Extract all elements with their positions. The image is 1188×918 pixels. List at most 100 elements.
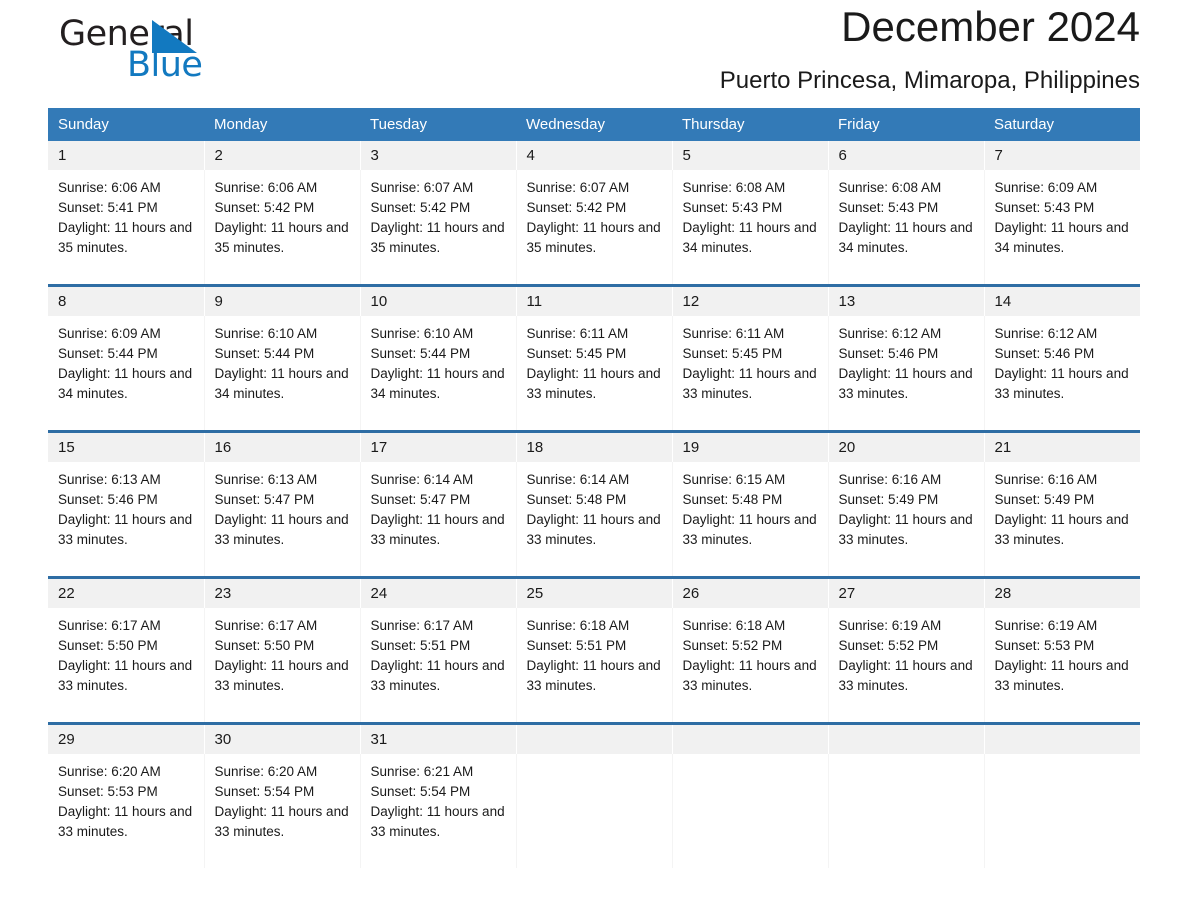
sunset-text: Sunset: 5:41 PM (58, 200, 158, 215)
daylight-text: Daylight: 11 hours and 34 minutes. (370, 366, 505, 401)
empty-day-number (828, 723, 985, 754)
day-number[interactable]: 26 (672, 577, 829, 608)
day-cell[interactable]: Sunrise: 6:11 AM Sunset: 5:45 PM Daylight:… (516, 316, 673, 432)
day-number[interactable]: 8 (48, 285, 205, 316)
daylight-text: Daylight: 11 hours and 33 minutes. (526, 366, 661, 401)
sunrise-text: Sunrise: 6:08 AM (838, 180, 942, 195)
day-number[interactable]: 27 (828, 577, 985, 608)
day-cell[interactable]: Sunrise: 6:15 AM Sunset: 5:48 PM Daylight:… (672, 462, 829, 578)
day-cell[interactable]: Sunrise: 6:12 AM Sunset: 5:46 PM Daylight:… (984, 316, 1140, 432)
day-number[interactable]: 14 (984, 285, 1140, 316)
day-number[interactable]: 5 (672, 141, 829, 170)
daylight-text: Daylight: 11 hours and 33 minutes. (58, 512, 193, 547)
week-detail-row: Sunrise: 6:17 AM Sunset: 5:50 PM Daylight:… (48, 608, 1140, 724)
title-block: December 2024 Puerto Princesa, Mimaropa,… (720, 0, 1140, 96)
day-number[interactable]: 19 (672, 431, 829, 462)
sunrise-text: Sunrise: 6:20 AM (214, 764, 318, 779)
day-number[interactable]: 4 (516, 141, 673, 170)
day-cell[interactable]: Sunrise: 6:09 AM Sunset: 5:43 PM Daylight:… (984, 170, 1140, 286)
day-cell[interactable]: Sunrise: 6:17 AM Sunset: 5:50 PM Daylight:… (204, 608, 361, 724)
sunrise-text: Sunrise: 6:11 AM (682, 326, 785, 341)
day-cell[interactable]: Sunrise: 6:21 AM Sunset: 5:54 PM Daylight:… (360, 754, 517, 868)
day-cell[interactable]: Sunrise: 6:12 AM Sunset: 5:46 PM Daylight:… (828, 316, 985, 432)
day-number[interactable]: 31 (360, 723, 517, 754)
sunrise-text: Sunrise: 6:19 AM (838, 618, 942, 633)
sunset-text: Sunset: 5:53 PM (58, 784, 158, 799)
day-number[interactable]: 16 (204, 431, 361, 462)
day-number[interactable]: 18 (516, 431, 673, 462)
day-cell[interactable]: Sunrise: 6:14 AM Sunset: 5:48 PM Daylight:… (516, 462, 673, 578)
day-number[interactable]: 21 (984, 431, 1140, 462)
day-number[interactable]: 13 (828, 285, 985, 316)
day-cell[interactable]: Sunrise: 6:08 AM Sunset: 5:43 PM Daylight:… (672, 170, 829, 286)
generalblue-logo[interactable]: General Blue (48, 8, 308, 88)
daylight-text: Daylight: 11 hours and 33 minutes. (370, 658, 505, 693)
day-cell[interactable]: Sunrise: 6:07 AM Sunset: 5:42 PM Daylight:… (360, 170, 517, 286)
day-cell[interactable]: Sunrise: 6:11 AM Sunset: 5:45 PM Daylight:… (672, 316, 829, 432)
sunset-text: Sunset: 5:45 PM (526, 346, 627, 361)
day-number[interactable]: 6 (828, 141, 985, 170)
day-cell[interactable]: Sunrise: 6:17 AM Sunset: 5:51 PM Daylight:… (360, 608, 517, 724)
day-cell[interactable]: Sunrise: 6:16 AM Sunset: 5:49 PM Daylight:… (984, 462, 1140, 578)
day-number[interactable]: 25 (516, 577, 673, 608)
day-number[interactable]: 20 (828, 431, 985, 462)
day-cell[interactable]: Sunrise: 6:19 AM Sunset: 5:53 PM Daylight:… (984, 608, 1140, 724)
weekday-header-tuesday: Tuesday (360, 108, 516, 141)
day-number[interactable]: 12 (672, 285, 829, 316)
day-cell[interactable]: Sunrise: 6:07 AM Sunset: 5:42 PM Daylight:… (516, 170, 673, 286)
week-row: 1234567 (48, 141, 1140, 170)
day-number[interactable]: 15 (48, 431, 205, 462)
day-number[interactable]: 9 (204, 285, 361, 316)
day-cell[interactable]: Sunrise: 6:06 AM Sunset: 5:42 PM Daylight:… (204, 170, 361, 286)
week-row: 22 23 24 25 26 27 28 (48, 577, 1140, 608)
sunset-text: Sunset: 5:45 PM (682, 346, 783, 361)
day-number[interactable]: 30 (204, 723, 361, 754)
day-cell[interactable]: Sunrise: 6:20 AM Sunset: 5:53 PM Daylight:… (48, 754, 205, 868)
week-detail-row: Sunrise: 6:06 AM Sunset: 5:41 PM Daylight:… (48, 170, 1140, 286)
week-row: 8 9 10 11 12 13 14 (48, 285, 1140, 316)
day-cell[interactable]: Sunrise: 6:13 AM Sunset: 5:47 PM Daylight:… (204, 462, 361, 578)
day-cell[interactable]: Sunrise: 6:09 AM Sunset: 5:44 PM Daylight:… (48, 316, 205, 432)
day-cell[interactable]: Sunrise: 6:10 AM Sunset: 5:44 PM Daylight:… (204, 316, 361, 432)
sunset-text: Sunset: 5:53 PM (994, 638, 1095, 653)
day-cell[interactable]: Sunrise: 6:06 AM Sunset: 5:41 PM Daylight:… (48, 170, 205, 286)
day-number[interactable]: 22 (48, 577, 205, 608)
sunset-text: Sunset: 5:50 PM (214, 638, 315, 653)
sunset-text: Sunset: 5:51 PM (370, 638, 471, 653)
daylight-text: Daylight: 11 hours and 33 minutes. (838, 366, 973, 401)
day-cell[interactable]: Sunrise: 6:14 AM Sunset: 5:47 PM Daylight:… (360, 462, 517, 578)
day-cell[interactable]: Sunrise: 6:18 AM Sunset: 5:52 PM Daylight:… (672, 608, 829, 724)
day-cell[interactable]: Sunrise: 6:20 AM Sunset: 5:54 PM Daylight:… (204, 754, 361, 868)
day-cell[interactable]: Sunrise: 6:16 AM Sunset: 5:49 PM Daylight:… (828, 462, 985, 578)
day-number[interactable]: 1 (48, 141, 205, 170)
calendar-body: 1 2 3 4 5 6 7 Sunrise: 6:06 AM Sunset: 5:41 PM Da… (48, 141, 1140, 868)
day-number[interactable]: 7 (984, 141, 1140, 170)
sunset-text: Sunset: 5:47 PM (370, 492, 471, 507)
daylight-text: Daylight: 11 hours and 33 minutes. (58, 804, 193, 839)
daylight-text: Daylight: 11 hours and 33 minutes. (682, 658, 817, 693)
day-cell[interactable]: Sunrise: 6:19 AM Sunset: 5:52 PM Daylight:… (828, 608, 985, 724)
day-cell[interactable]: Sunrise: 6:08 AM Sunset: 5:43 PM Daylight:… (828, 170, 985, 286)
day-cell[interactable]: Sunrise: 6:17 AM Sunset: 5:50 PM Daylight:… (48, 608, 205, 724)
page-title: December 2024 (841, 3, 1140, 50)
day-number[interactable]: 23 (204, 577, 361, 608)
day-number[interactable]: 24 (360, 577, 517, 608)
day-cell[interactable]: Sunrise: 6:13 AM Sunset: 5:46 PM Daylight:… (48, 462, 205, 578)
day-number[interactable]: 17 (360, 431, 517, 462)
calendar-page: General Blue December 2024 Puerto Prince… (0, 0, 1188, 918)
daylight-text: Daylight: 11 hours and 35 minutes. (370, 220, 505, 255)
sunset-text: Sunset: 5:48 PM (682, 492, 783, 507)
sunset-text: Sunset: 5:43 PM (838, 200, 939, 215)
day-number[interactable]: 28 (984, 577, 1140, 608)
daylight-text: Daylight: 11 hours and 33 minutes. (214, 512, 349, 547)
day-number[interactable]: 2 (204, 141, 361, 170)
sunset-text: Sunset: 5:54 PM (214, 784, 315, 799)
day-number[interactable]: 29 (48, 723, 205, 754)
day-number[interactable]: 11 (516, 285, 673, 316)
day-cell[interactable]: Sunrise: 6:10 AM Sunset: 5:44 PM Daylight:… (360, 316, 517, 432)
day-cell[interactable]: Sunrise: 6:18 AM Sunset: 5:51 PM Daylight:… (516, 608, 673, 724)
day-number[interactable]: 3 (360, 141, 517, 170)
day-number[interactable]: 10 (360, 285, 517, 316)
page-subtitle: Puerto Princesa, Mimaropa, Philippines (719, 67, 1140, 94)
sunset-text: Sunset: 5:50 PM (58, 638, 158, 653)
